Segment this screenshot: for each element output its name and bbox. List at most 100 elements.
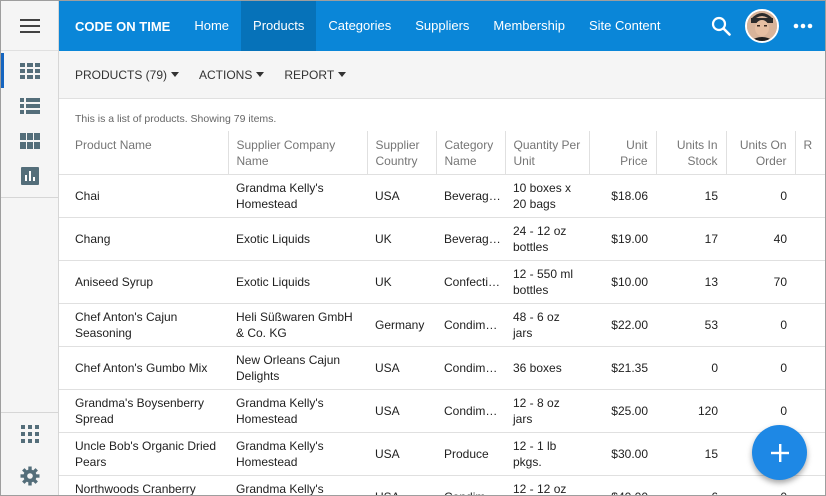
table-cell: 10 boxes x 20 bags: [505, 174, 589, 218]
top-nav: Home Products Categories Suppliers Membe…: [182, 1, 672, 51]
table-cell-overflow: [795, 475, 825, 495]
table-row[interactable]: Grandma's Boysenberry Spread Grandma Kell…: [59, 389, 825, 433]
grid-view-icon: [19, 62, 40, 79]
table-cell: Uncle Bob's Organic Dried Pears: [59, 432, 228, 476]
nav-products[interactable]: Products: [241, 1, 317, 51]
plus-icon: [770, 443, 789, 462]
table-cell: USA: [367, 389, 436, 433]
hamburger-icon: [19, 18, 40, 33]
view-description: This is a list of products. Showing 79 i…: [75, 113, 277, 125]
table-cell: UK: [367, 217, 436, 261]
table-cell: USA: [367, 346, 436, 390]
table-cell: $10.00: [589, 260, 656, 304]
nav-categories[interactable]: Categories: [316, 1, 403, 51]
table-cell: Grandma Kelly's Homestead: [228, 389, 367, 433]
view-selector-button[interactable]: PRODUCTS (79): [75, 67, 180, 82]
table-cell-overflow: [795, 174, 825, 218]
products-grid: Product Name Supplier Company Name Supplie…: [59, 131, 825, 495]
table-cell: Exotic Liquids: [228, 260, 367, 304]
table-row[interactable]: Chef Anton's Gumbo Mix New Orleans Cajun …: [59, 346, 825, 390]
app-bar: CODE ON TIME Home Products Categories Su…: [59, 1, 825, 51]
table-cell: Chang: [59, 217, 228, 261]
column-header[interactable]: Unit Price: [589, 131, 657, 175]
chart-view-icon: [20, 166, 39, 185]
settings-icon: [20, 466, 39, 486]
table-cell: Chef Anton's Gumbo Mix: [59, 346, 228, 390]
report-label: REPORT: [284, 67, 335, 82]
list-view-icon: [19, 97, 40, 114]
table-cell: 0: [656, 346, 726, 390]
column-header[interactable]: Units On Order: [726, 131, 796, 175]
table-row[interactable]: Chang Exotic Liquids UK Beverag… 24 - 12 oz …: [59, 217, 825, 261]
report-button[interactable]: REPORT: [284, 67, 347, 82]
column-header[interactable]: Units In Stock: [656, 131, 727, 175]
user-avatar[interactable]: [745, 9, 779, 43]
column-header[interactable]: Quantity Per Unit: [505, 131, 590, 175]
nav-home[interactable]: Home: [182, 1, 241, 51]
table-cell: Northwoods Cranberry Sauce: [59, 475, 228, 495]
chart-view-button[interactable]: [1, 158, 58, 193]
products-table: Product Name Supplier Company Name Supplie…: [59, 131, 825, 495]
view-selector-label: PRODUCTS (79): [75, 67, 168, 82]
table-cell: 0: [726, 346, 795, 390]
hamburger-menu-button[interactable]: [1, 1, 58, 51]
view-toolbar: PRODUCTS (79) ACTIONS REPORT: [59, 51, 825, 99]
nav-site-content[interactable]: Site Content: [577, 1, 673, 51]
table-cell: Chef Anton's Cajun Seasoning: [59, 303, 228, 347]
column-header[interactable]: Supplier Country: [367, 131, 437, 175]
column-header[interactable]: R: [795, 131, 825, 175]
table-cell: 12 - 12 oz jars: [505, 475, 589, 495]
table-cell: Chai: [59, 174, 228, 218]
nav-suppliers[interactable]: Suppliers: [403, 1, 481, 51]
side-rail: [1, 1, 59, 495]
more-options-icon[interactable]: [793, 23, 813, 29]
actions-button[interactable]: ACTIONS: [199, 68, 265, 82]
table-cell-overflow: [795, 346, 825, 390]
app-window: CODE ON TIME Home Products Categories Su…: [0, 0, 826, 496]
table-cell: 12 - 8 oz jars: [505, 389, 589, 433]
nav-membership[interactable]: Membership: [481, 1, 577, 51]
brand-logo[interactable]: CODE ON TIME: [59, 19, 182, 34]
table-cell: Condim…: [436, 346, 505, 390]
table-cell: Germany: [367, 303, 436, 347]
table-cell: Produce: [436, 432, 505, 476]
cards-view-icon: [19, 132, 40, 149]
table-row[interactable]: Aniseed Syrup Exotic Liquids UK Confecti… 12…: [59, 260, 825, 304]
settings-button[interactable]: [1, 455, 58, 495]
table-cell: $30.00: [589, 432, 656, 476]
cards-view-button[interactable]: [1, 123, 58, 158]
table-row[interactable]: Chef Anton's Cajun Seasoning Heli Süßware…: [59, 303, 825, 347]
table-cell: $25.00: [589, 389, 656, 433]
apps-button[interactable]: [1, 413, 58, 455]
table-cell: 0: [726, 303, 795, 347]
column-header[interactable]: Category Name: [436, 131, 506, 175]
column-header[interactable]: Product Name: [59, 131, 229, 175]
app-bar-actions: [711, 1, 825, 51]
table-cell-overflow: [795, 303, 825, 347]
column-header[interactable]: Supplier Company Name: [228, 131, 368, 175]
table-cell: $21.35: [589, 346, 656, 390]
table-cell: 6: [656, 475, 726, 495]
table-cell: Grandma Kelly's Homestead: [228, 174, 367, 218]
table-cell: Aniseed Syrup: [59, 260, 228, 304]
table-body: Chai Grandma Kelly's Homestead USA Beverag……: [59, 174, 825, 495]
table-cell: 120: [656, 389, 726, 433]
table-cell: Beverag…: [436, 217, 505, 261]
table-header-row: Product Name Supplier Company Name Supplie…: [59, 131, 825, 175]
table-cell: 15: [656, 432, 726, 476]
table-cell: Beverag…: [436, 174, 505, 218]
table-row[interactable]: Chai Grandma Kelly's Homestead USA Beverag……: [59, 174, 825, 218]
table-cell: 13: [656, 260, 726, 304]
table-cell: 53: [656, 303, 726, 347]
table-cell: Grandma Kelly's Homestead: [228, 475, 367, 495]
table-row[interactable]: Uncle Bob's Organic Dried Pears Grandma K…: [59, 432, 825, 476]
table-cell: Condim…: [436, 389, 505, 433]
table-row[interactable]: Northwoods Cranberry SauceGrandma Kelly'…: [59, 475, 825, 495]
table-cell: $19.00: [589, 217, 656, 261]
list-view-button[interactable]: [1, 88, 58, 123]
add-new-button[interactable]: [752, 425, 807, 480]
grid-view-button[interactable]: [1, 53, 58, 88]
table-cell: 24 - 12 oz bottles: [505, 217, 589, 261]
search-icon[interactable]: [711, 16, 731, 36]
table-cell: Condim…: [436, 475, 505, 495]
